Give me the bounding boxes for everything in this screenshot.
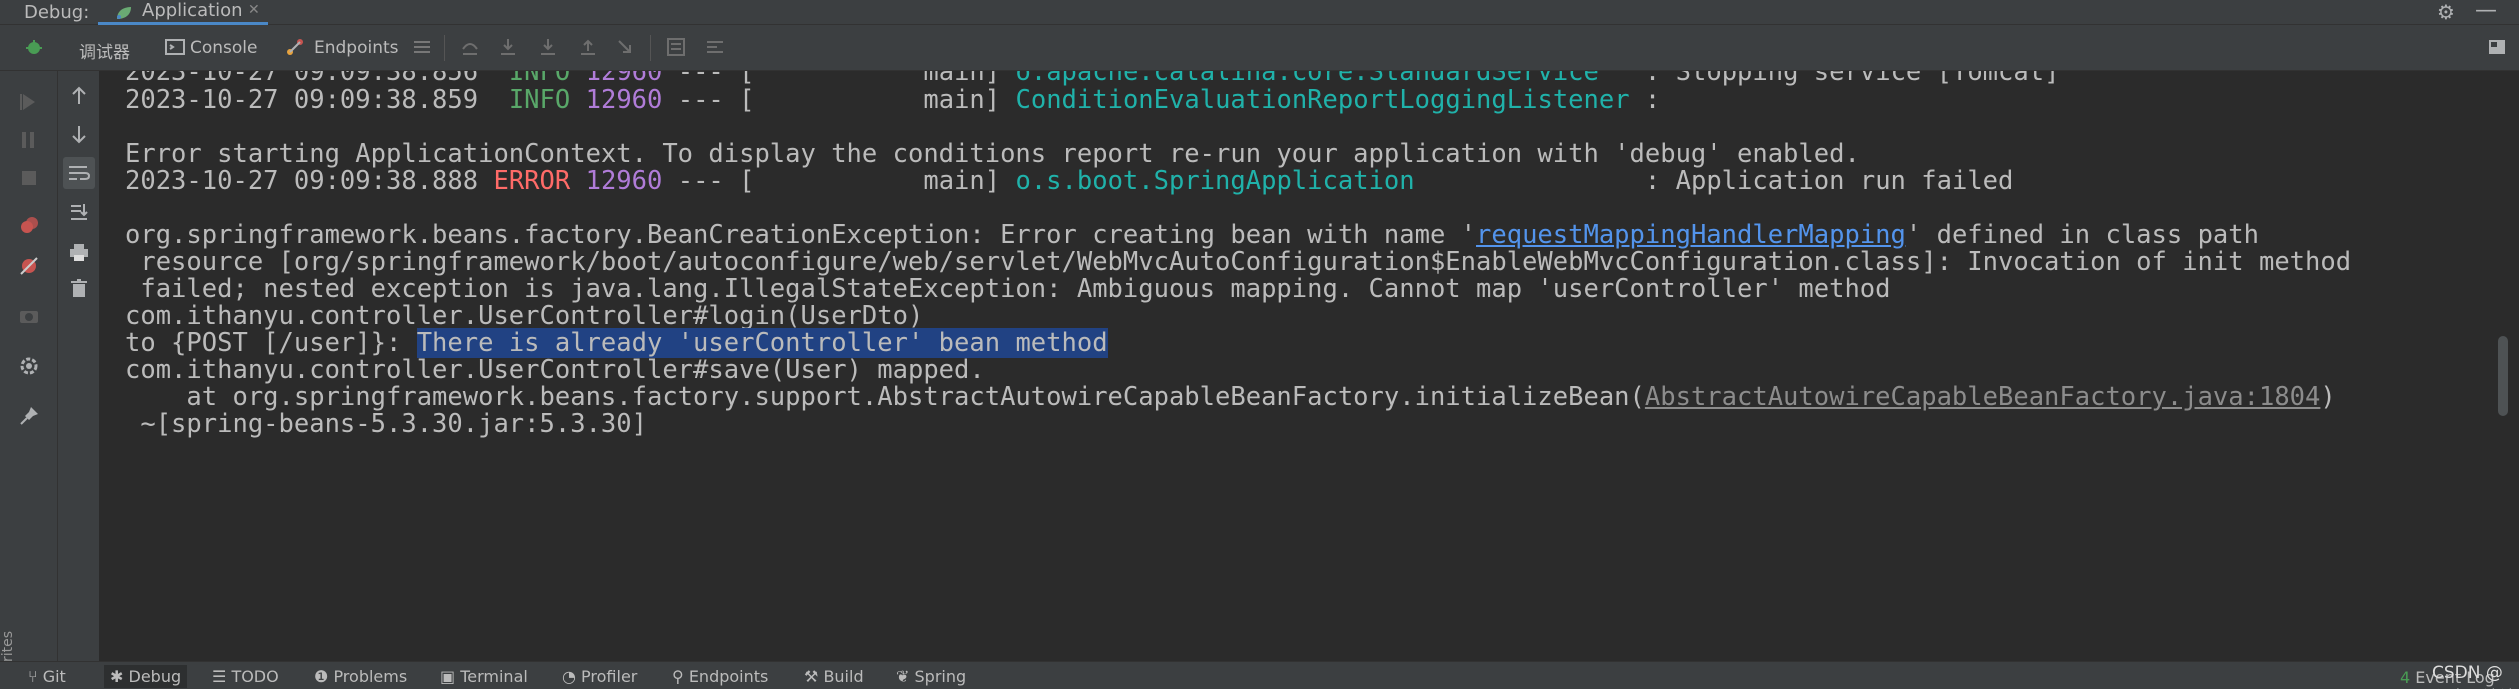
exception-line: com.ithanyu.controller.UserController#lo…	[125, 301, 924, 331]
tool-spring[interactable]: ❦ Spring	[896, 667, 966, 686]
console-scrollbar[interactable]	[2494, 71, 2519, 661]
resume-icon[interactable]	[18, 129, 40, 151]
exception-line: failed; nested exception is java.lang.Il…	[125, 274, 1891, 304]
tool-debug[interactable]: ✱ Debug	[104, 665, 188, 688]
tool-profiler[interactable]: ◔ Profiler	[562, 667, 637, 686]
camera-icon[interactable]	[18, 305, 40, 327]
print-icon[interactable]	[68, 241, 90, 263]
run-to-cursor-icon[interactable]	[616, 37, 636, 57]
tab-console[interactable]: Console	[190, 38, 258, 58]
clear-all-icon[interactable]	[68, 277, 90, 299]
tool-git[interactable]: ⑂ Git	[28, 667, 66, 686]
step-into-icon[interactable]	[498, 37, 518, 57]
layout-icon[interactable]	[2487, 37, 2507, 57]
stacktrace-line: ~[spring-beans-5.3.30.jar:5.3.30]	[125, 409, 647, 439]
tool-build[interactable]: ⚒ Build	[804, 667, 864, 686]
trace-icon[interactable]	[705, 37, 725, 57]
run-config-tab[interactable]: Application ✕	[98, 0, 268, 25]
pin-icon[interactable]	[18, 405, 40, 427]
tool-window-bar: ⑂ Git ✱ Debug ☰ TODO ❶ Problems ▣ Termin…	[0, 661, 2519, 689]
exception-line: resource [org/springframework/boot/autoc…	[125, 247, 2352, 277]
tool-terminal[interactable]: ▣ Terminal	[440, 667, 528, 686]
log-line: Error starting ApplicationContext. To di…	[125, 139, 1860, 169]
step-out-icon[interactable]	[578, 37, 598, 57]
arrow-up-icon[interactable]	[68, 85, 90, 107]
debug-actions-gutter: Favorites	[0, 71, 58, 689]
tool-todo[interactable]: ☰ TODO	[212, 667, 279, 686]
tab-debugger[interactable]: 调试器	[79, 38, 130, 63]
scrollbar-thumb[interactable]	[2498, 336, 2508, 416]
console-output[interactable]: 2023-10-27 09:09:38.856 INFO 12960 --- […	[101, 71, 2494, 661]
arrow-down-icon[interactable]	[68, 123, 90, 145]
step-over-icon[interactable]	[460, 37, 480, 57]
force-step-into-icon[interactable]	[538, 37, 558, 57]
tool-problems[interactable]: ❶ Problems	[314, 667, 407, 686]
exception-line: to {POST [/user]}: There is already 'use…	[125, 328, 1108, 358]
rerun-icon[interactable]	[18, 91, 40, 113]
console-actions-gutter	[58, 71, 100, 661]
debug-titlebar: Debug: Application ✕ ⚙ —	[0, 0, 2519, 25]
settings-icon[interactable]	[18, 355, 40, 377]
scroll-to-end-icon[interactable]	[68, 201, 90, 223]
evaluate-icon[interactable]	[666, 37, 686, 57]
watermark: CSDN @程序员涛涛	[2432, 663, 2517, 689]
bug-icon	[24, 37, 44, 57]
hide-panel-icon[interactable]: —	[2475, 0, 2497, 23]
debug-label: Debug:	[24, 2, 90, 23]
console-icon	[165, 37, 185, 57]
spring-leaf-icon	[114, 5, 134, 25]
exception-line: com.ithanyu.controller.UserController#sa…	[125, 355, 985, 385]
source-link[interactable]: AbstractAutowireCapableBeanFactory.java:…	[1645, 382, 2321, 412]
tool-endpoints[interactable]: ⚲ Endpoints	[672, 667, 768, 686]
soft-wrap-icon[interactable]	[63, 157, 95, 189]
run-config-label: Application	[142, 0, 243, 21]
menu-icon[interactable]	[412, 37, 432, 57]
endpoints-icon	[285, 37, 305, 57]
tab-endpoints[interactable]: Endpoints	[314, 38, 399, 58]
mute-breakpoints-icon[interactable]	[18, 255, 40, 277]
log-line: 2023-10-27 09:09:38.859 INFO 12960 --- […	[125, 85, 1661, 115]
debug-toolbar: 调试器 Console Endpoints	[0, 25, 2519, 71]
exception-line: org.springframework.beans.factory.BeanCr…	[125, 220, 2259, 250]
stop-icon[interactable]	[18, 167, 40, 189]
log-line: 2023-10-27 09:09:38.888 ERROR 12960 --- …	[125, 166, 2014, 196]
selected-text[interactable]: There is already 'userController' bean m…	[416, 328, 1108, 358]
gear-icon[interactable]: ⚙	[2437, 0, 2455, 24]
view-breakpoints-icon[interactable]	[18, 215, 40, 237]
close-tab-icon[interactable]: ✕	[248, 2, 260, 18]
stacktrace-line: at org.springframework.beans.factory.sup…	[125, 382, 2336, 412]
bean-name-link[interactable]: requestMappingHandlerMapping	[1476, 220, 1906, 250]
